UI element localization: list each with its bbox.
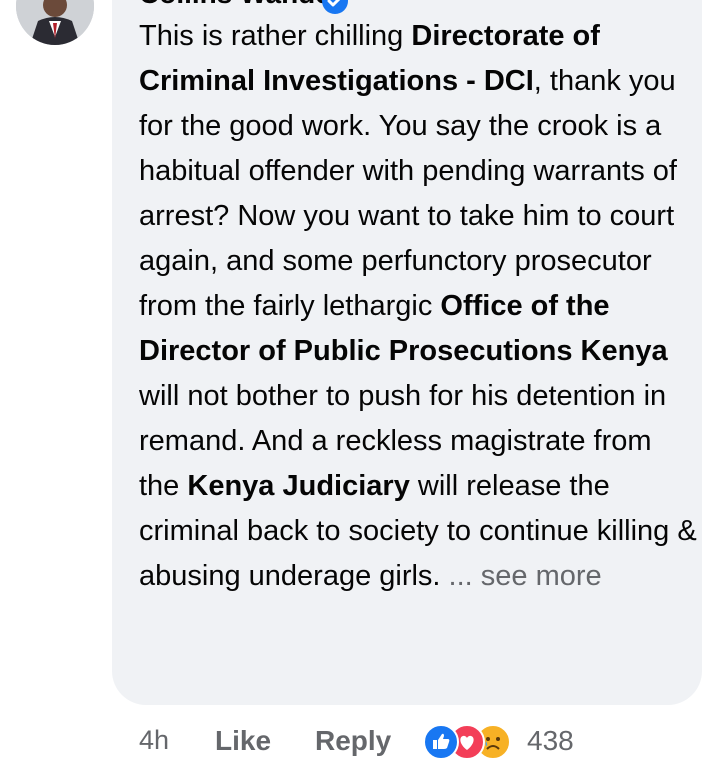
comment-timestamp[interactable]: 4h [139,725,169,756]
reaction-summary[interactable] [423,724,515,762]
tagged-page-judiciary[interactable]: Kenya Judiciary [187,470,409,502]
see-more-link[interactable]: ... see more [449,560,602,592]
reply-button[interactable]: Reply [315,725,391,757]
like-icon [423,724,459,760]
like-button[interactable]: Like [215,725,271,757]
comment-text-segment: This is rather chilling [139,20,412,52]
comment-author[interactable]: Collins Wanderi [139,0,350,8]
comment-actions: 4h Like Reply 438 [0,705,720,765]
avatar[interactable] [16,0,94,45]
comment-text-segment: , thank you for the good work. You say t… [139,65,677,322]
reaction-count[interactable]: 438 [527,725,574,757]
verified-badge-icon [322,0,348,14]
comment-text: This is rather chilling Directorate of C… [139,14,699,599]
